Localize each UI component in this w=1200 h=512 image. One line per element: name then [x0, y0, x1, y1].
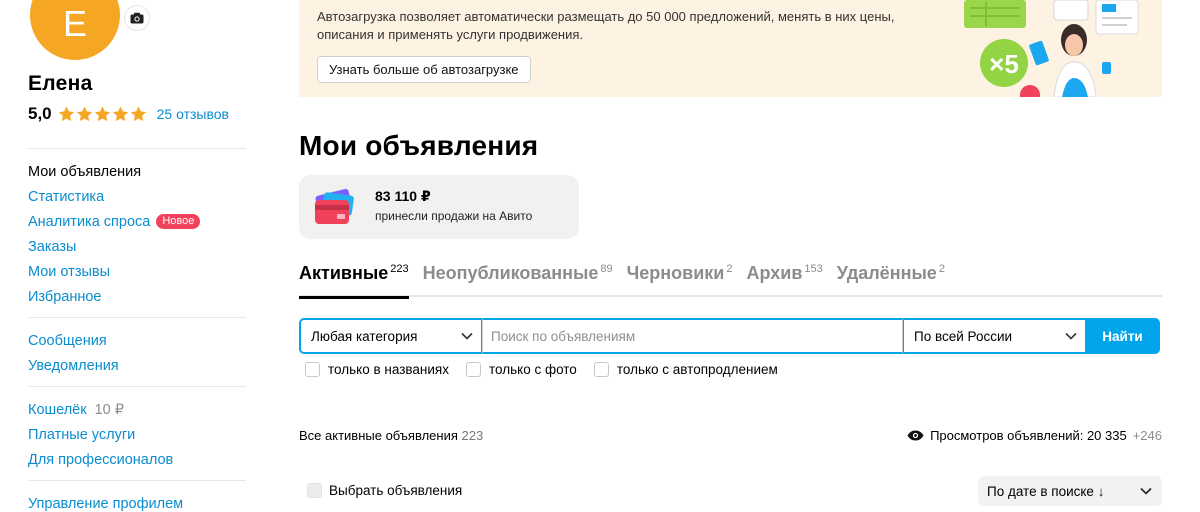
filter-titles-only[interactable]: только в названиях — [305, 362, 449, 377]
search-input[interactable] — [483, 320, 902, 352]
ads-tabs: Активные 223 Неопубликованные 89 Черновики… — [299, 262, 1162, 299]
tab-label: Неопубликованные — [422, 263, 599, 283]
find-button[interactable]: Найти — [1085, 318, 1160, 354]
rating-stars — [58, 106, 147, 122]
views-label: Просмотров объявлений: 20 335 — [930, 428, 1127, 443]
sidebar-divider — [28, 148, 246, 149]
region-select[interactable]: По всей России — [903, 318, 1085, 354]
sales-summary-card: 83 110 ₽ принесли продажи на Авито — [299, 175, 579, 239]
sidebar-divider — [28, 317, 246, 318]
new-badge: Новое — [156, 214, 201, 229]
sales-caption: принесли продажи на Авито — [375, 209, 533, 223]
select-ads-toggle[interactable]: Выбрать объявления — [307, 483, 462, 498]
category-select[interactable]: Любая категория — [299, 318, 482, 354]
checkbox[interactable] — [305, 362, 320, 377]
user-name: Елена — [28, 72, 93, 95]
tab-count: 2 — [938, 263, 945, 275]
sidebar-item-paid-services[interactable]: Платные услуги — [28, 422, 246, 447]
tab-label: Архив — [746, 263, 803, 283]
star-icon — [130, 106, 146, 122]
sort-select-value: По дате в поиске ↓ — [987, 483, 1105, 499]
avatar-letter: Е — [62, 3, 87, 44]
sidebar-item-orders[interactable]: Заказы — [28, 234, 246, 259]
select-ads-label: Выбрать объявления — [329, 483, 463, 498]
sidebar-item-demand-analytics[interactable]: Аналитика спроса Новое — [28, 209, 246, 234]
filter-label: только с фото — [488, 362, 577, 377]
wallet-icon — [315, 188, 354, 224]
banner-text: Автозагрузка позволяет автоматически раз… — [317, 9, 895, 42]
sales-amount: 83 110 ₽ — [375, 188, 431, 204]
tab-label: Черновики — [626, 263, 725, 283]
sidebar-item-statistics[interactable]: Статистика — [28, 184, 246, 209]
rating-score: 5,0 — [28, 104, 52, 123]
tab-count: 153 — [804, 263, 823, 275]
page-title: Мои объявления — [299, 130, 539, 161]
tab-archive[interactable]: Архив 153 — [746, 262, 822, 297]
autoload-banner: Автозагрузка позволяет автоматически раз… — [299, 0, 1162, 97]
tab-deleted[interactable]: Удалённые 2 — [837, 262, 945, 297]
sidebar-item-favorites[interactable]: Избранное — [28, 284, 246, 309]
sidebar-divider — [28, 386, 246, 387]
camera-icon[interactable] — [124, 5, 150, 31]
wallet-balance: 10 ₽ — [94, 401, 124, 418]
filter-label: только в названиях — [328, 362, 449, 377]
sidebar-item-label: Аналитика спроса — [28, 213, 151, 230]
sidebar-item-profile-management[interactable]: Управление профилем — [28, 491, 246, 512]
tab-label: Активные — [299, 263, 389, 283]
reviews-link[interactable]: 25 отзывов — [157, 106, 229, 122]
tab-drafts[interactable]: Черновики 2 — [627, 262, 733, 297]
tab-label: Удалённые — [836, 263, 937, 283]
summary-count: 223 — [461, 428, 484, 443]
star-icon — [94, 106, 110, 122]
active-ads-summary: Все активные объявления 223 — [299, 428, 483, 443]
sidebar-item-messages[interactable]: Сообщения — [28, 328, 246, 353]
category-select-value: Любая категория — [311, 328, 418, 344]
sidebar-divider — [28, 480, 246, 481]
views-delta: +246 — [1132, 428, 1162, 443]
sidebar-item-notifications[interactable]: Уведомления — [28, 353, 246, 378]
sort-select[interactable]: По дате в поиске ↓ — [978, 476, 1162, 506]
checkbox[interactable] — [307, 483, 322, 498]
sidebar-item-my-ads[interactable]: Мои объявления — [28, 159, 246, 184]
tab-active[interactable]: Активные 223 — [299, 262, 409, 299]
filter-with-photo[interactable]: только с фото — [465, 362, 577, 377]
star-icon — [112, 106, 128, 122]
search-filters: только в названиях только с фото только … — [305, 362, 778, 377]
chevron-down-icon — [1065, 332, 1077, 340]
banner-multiplier: ×5 — [989, 49, 1019, 79]
views-summary: Просмотров объявлений: 20 335 +246 — [907, 428, 1162, 443]
star-icon — [58, 106, 74, 122]
tab-count: 89 — [600, 263, 613, 275]
avatar[interactable]: Е — [30, 0, 150, 60]
tab-count: 223 — [390, 263, 409, 275]
star-icon — [76, 106, 92, 122]
learn-more-autoload-button[interactable]: Узнать больше об автозагрузке — [317, 56, 531, 83]
region-select-value: По всей России — [914, 328, 1013, 344]
chevron-down-icon — [1140, 487, 1152, 495]
sidebar-item-for-professionals[interactable]: Для профессионалов — [28, 447, 246, 472]
search-input-wrap — [482, 318, 903, 354]
summary-label: Все активные объявления — [299, 428, 458, 443]
checkbox[interactable] — [593, 362, 609, 377]
filter-label: только с автопродлением — [616, 362, 778, 377]
checkbox[interactable] — [465, 362, 481, 377]
tab-count: 2 — [726, 263, 733, 275]
banner-illustration: ×5 — [964, 0, 1139, 97]
sidebar-nav: Мои объявления Статистика Аналитика спро… — [28, 140, 246, 512]
tab-unpublished[interactable]: Неопубликованные 89 — [423, 262, 613, 297]
chevron-down-icon — [461, 332, 473, 340]
search-bar: Любая категория По всей России Найти — [299, 318, 1160, 354]
filter-autorenew[interactable]: только с автопродлением — [593, 362, 778, 377]
sidebar-item-my-reviews[interactable]: Мои отзывы — [28, 259, 246, 284]
rating-row: 5,0 25 отзывов — [28, 104, 229, 124]
eye-icon — [907, 430, 924, 441]
sidebar-item-label: Кошелёк — [28, 401, 87, 418]
sidebar-item-wallet[interactable]: Кошелёк 10 ₽ — [28, 397, 246, 422]
